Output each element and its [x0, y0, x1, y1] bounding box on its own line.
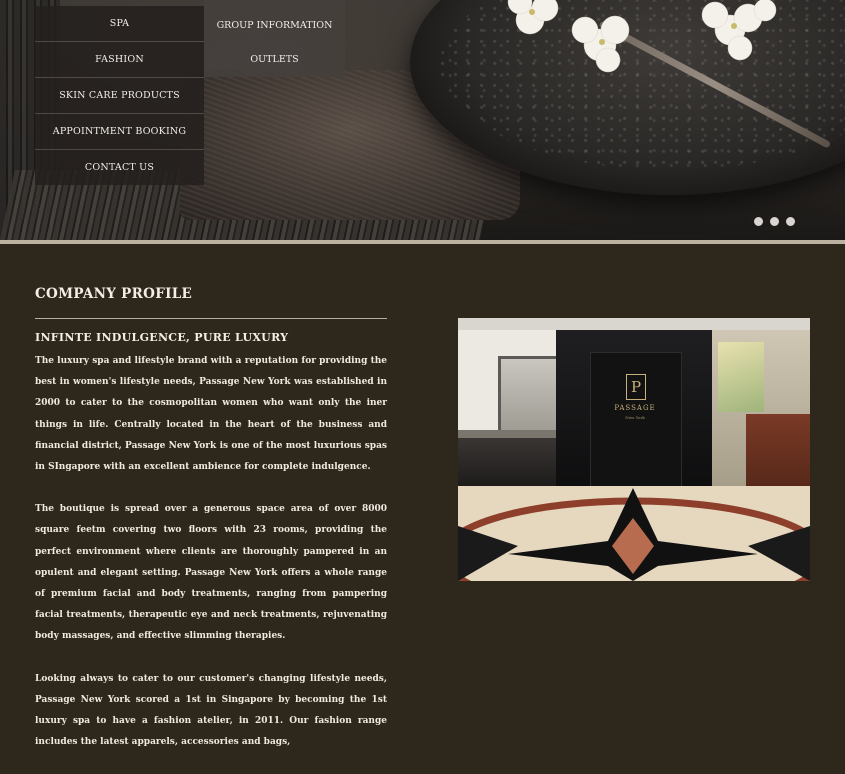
section-divider [0, 240, 845, 244]
display-case-top [458, 430, 556, 438]
slider-dot[interactable] [786, 217, 795, 226]
nav-item-contact-us[interactable]: CONTACT US [35, 149, 204, 185]
cherry-blossom-image [507, 0, 777, 73]
profile-paragraph: The boutique is spread over a generous s… [35, 504, 387, 642]
nav-item-label: APPOINTMENT BOOKING [52, 126, 187, 137]
main-nav-menu: SPA FASHION SKIN CARE PRODUCTS APPOINTME… [35, 6, 204, 185]
submenu-item-outlets[interactable]: OUTLETS [204, 42, 345, 76]
ceiling [458, 318, 810, 330]
page-title: COMPANY PROFILE [35, 286, 193, 302]
slider-dot[interactable] [770, 217, 779, 226]
nav-item-spa[interactable]: SPA [35, 6, 204, 41]
nav-item-fashion[interactable]: FASHION [35, 41, 204, 77]
nav-item-label: CONTACT US [84, 162, 155, 173]
nav-item-label: FASHION [95, 54, 144, 65]
passage-logo: P [626, 374, 646, 400]
boutique-photo: P PASSAGE New York [458, 318, 810, 581]
nav-submenu: GROUP INFORMATION OUTLETS [204, 0, 345, 77]
title-rule [35, 318, 387, 319]
nav-item-label: SPA [109, 18, 130, 29]
profile-paragraph: The luxury spa and lifestyle brand with … [35, 356, 387, 473]
nav-item-skin-care-products[interactable]: SKIN CARE PRODUCTS [35, 77, 204, 113]
nav-item-appointment-booking[interactable]: APPOINTMENT BOOKING [35, 113, 204, 149]
slider-dot[interactable] [738, 217, 747, 226]
passage-sign: PASSAGE [614, 404, 656, 412]
profile-body: The luxury spa and lifestyle brand with … [35, 351, 387, 774]
section-subtitle: INFINTE INDULGENCE, PURE LUXURY [35, 331, 289, 344]
passage-sign-sub: New York [625, 415, 645, 420]
submenu-item-label: OUTLETS [250, 53, 299, 65]
submenu-item-group-information[interactable]: GROUP INFORMATION [204, 8, 345, 42]
profile-paragraph: Looking always to cater to our customer'… [35, 673, 387, 748]
marble-floor [458, 486, 810, 581]
artwork [718, 342, 764, 412]
nav-item-label: SKIN CARE PRODUCTS [59, 90, 180, 101]
slider-pagination [738, 217, 795, 226]
slider-dot[interactable] [754, 217, 763, 226]
submenu-item-label: GROUP INFORMATION [216, 19, 333, 31]
